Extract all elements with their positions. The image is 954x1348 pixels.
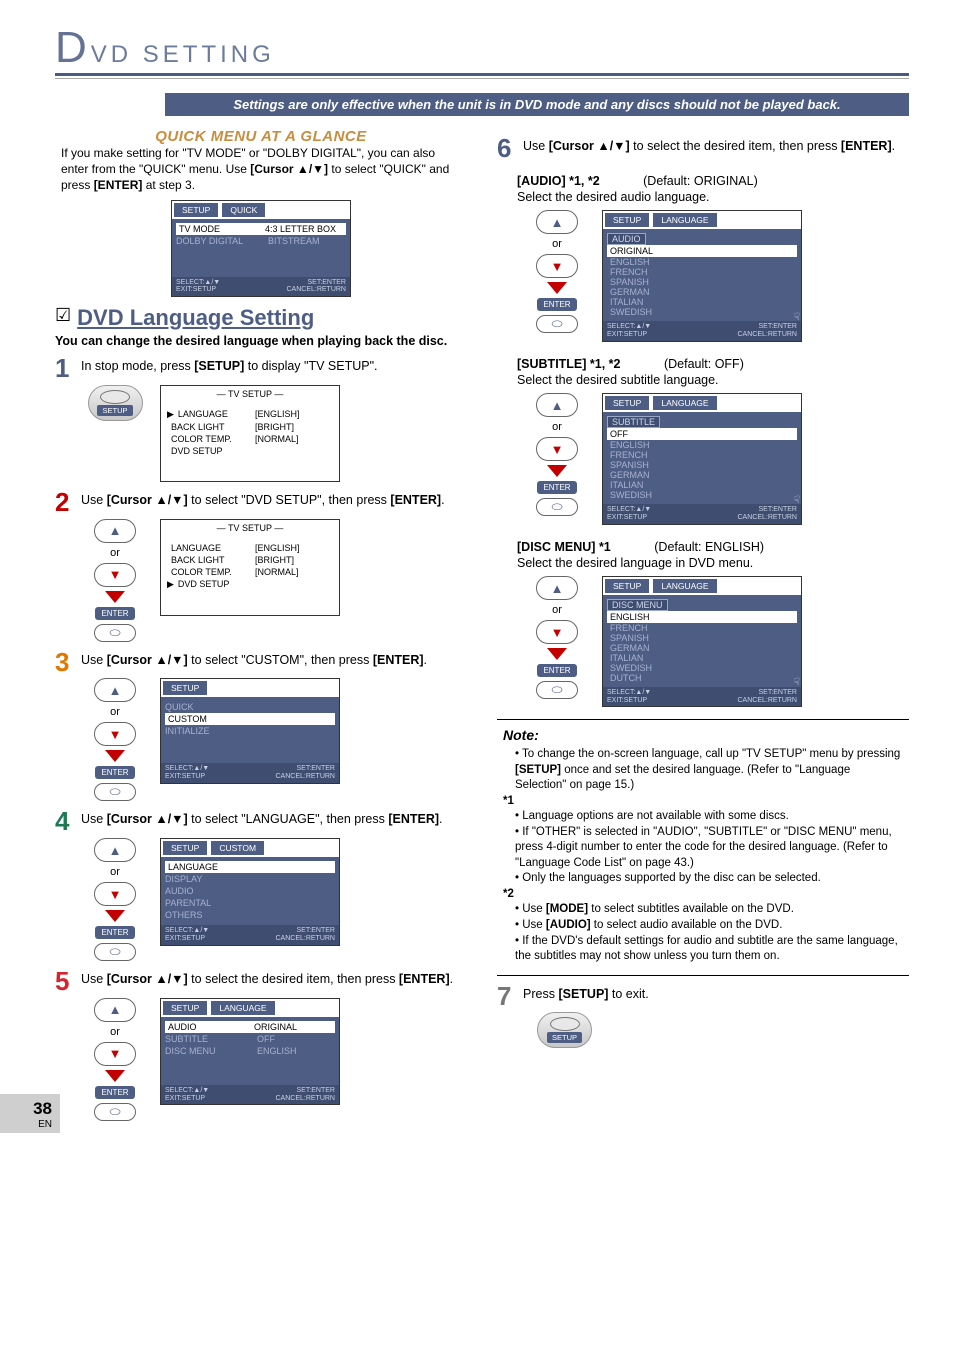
scroll-down-hand-icon: ☟	[794, 677, 800, 688]
cursor-up-icon: ▲	[536, 210, 578, 234]
subtitle-desc: Select the desired subtitle language.	[497, 373, 909, 387]
step-number: 2	[55, 492, 75, 513]
step-number: 7	[497, 986, 517, 1007]
header-rule	[55, 73, 909, 76]
enter-button-icon: ⬭	[94, 943, 136, 961]
footnote-2-label: *2	[503, 887, 903, 903]
step-number: 3	[55, 652, 75, 673]
enter-button-icon: ⬭	[536, 681, 578, 699]
glance-cursor: [Cursor ▲/▼]	[250, 162, 328, 176]
osd-tab-setup: SETUP	[174, 203, 218, 217]
cursor-down-icon: ▼	[94, 882, 136, 906]
cursor-down-icon: ▼	[94, 722, 136, 746]
osd-quick-menu: SETUP QUICK TV MODE4:3 LETTER BOX DOLBY …	[171, 200, 351, 297]
discmenu-default: (Default: ENGLISH)	[654, 540, 764, 554]
osd-tv-setup-2: — TV SETUP — LANGUAGE[ENGLISH] BACK LIGH…	[160, 519, 340, 616]
discmenu-label: [DISC MENU] *1	[517, 540, 611, 554]
checkbox-icon: ☑	[55, 305, 71, 327]
footnote-1-label: *1	[503, 794, 903, 810]
scroll-down-hand-icon: ☟	[794, 312, 800, 323]
osd-row-l: DOLBY DIGITAL	[176, 236, 268, 246]
enter-pill: ENTER	[95, 607, 134, 620]
or-label: or	[110, 547, 120, 559]
step-number: 1	[55, 358, 75, 379]
enter-button-icon: ⬭	[536, 315, 578, 333]
setup-remote-button: SETUP	[537, 1012, 592, 1048]
flow-arrow-icon	[547, 465, 567, 477]
flow-arrow-icon	[547, 648, 567, 660]
flow-arrow-icon	[105, 591, 125, 603]
flow-arrow-icon	[547, 282, 567, 294]
page-number: 38 EN	[0, 1094, 60, 1133]
cursor-up-icon: ▲	[94, 678, 136, 702]
cursor-control-stack: ▲ or ▼ ENTER ⬭	[527, 210, 587, 333]
page-header: D VD SETTING	[55, 30, 909, 69]
osd-subtitle-languages: SETUPLANGUAGE SUBTITLE OFF ENGLISH FRENC…	[602, 393, 802, 524]
cursor-up-icon: ▲	[94, 998, 136, 1022]
cursor-down-icon: ▼	[536, 437, 578, 461]
enter-button-icon: ⬭	[94, 1103, 136, 1121]
step-number: 4	[55, 811, 75, 832]
osd-setup-custom: SETUP QUICK CUSTOM INITIALIZE SELECT:▲/▼…	[160, 678, 340, 783]
note-box: Note: To change the on-screen language, …	[497, 719, 909, 975]
osd-row-l: TV MODE	[179, 224, 265, 234]
osd-tv-setup-1: — TV SETUP — ▶LANGUAGE[ENGLISH] BACK LIG…	[160, 385, 340, 482]
enter-button-icon: ⬭	[94, 783, 136, 801]
quick-menu-glance-title: QUICK MENU AT A GLANCE	[55, 128, 467, 145]
audio-default: (Default: ORIGINAL)	[643, 174, 758, 188]
cursor-control-stack: ▲ or ▼ ENTER ⬭	[527, 576, 587, 699]
step-number: 5	[55, 971, 75, 992]
section-subtitle: You can change the desired language when…	[55, 334, 467, 348]
cursor-up-icon: ▲	[536, 393, 578, 417]
flow-arrow-icon	[105, 1070, 125, 1082]
cursor-down-icon: ▼	[536, 254, 578, 278]
cursor-down-icon: ▼	[536, 620, 578, 644]
note-title: Note:	[503, 726, 903, 745]
step-number: 6	[497, 138, 517, 159]
flow-arrow-icon	[105, 750, 125, 762]
cursor-up-icon: ▲	[94, 519, 136, 543]
subtitle-default: (Default: OFF)	[664, 357, 744, 371]
subtitle-label: [SUBTITLE] *1, *2	[517, 357, 621, 371]
mode-warning-banner: Settings are only effective when the uni…	[165, 93, 909, 116]
enter-button-icon: ⬭	[94, 624, 136, 642]
cursor-down-icon: ▼	[94, 563, 136, 587]
cursor-control-stack: ▲ or ▼ ENTER ⬭	[527, 393, 587, 516]
header-subrule	[55, 78, 909, 79]
step1-text: In stop mode, press	[81, 359, 194, 373]
quick-menu-glance-text: If you make setting for "TV MODE" or "DO…	[55, 145, 467, 200]
scroll-down-hand-icon: ☟	[794, 495, 800, 506]
setup-remote-button: SETUP	[88, 385, 143, 421]
osd-tab-quick: QUICK	[222, 203, 265, 217]
cursor-control-stack: ▲ or ▼ ENTER ⬭	[85, 519, 145, 642]
cursor-control-stack: ▲ or ▼ ENTER ⬭	[85, 998, 145, 1121]
cursor-control-stack: ▲ or ▼ ENTER ⬭	[85, 838, 145, 961]
cursor-down-icon: ▼	[94, 1042, 136, 1066]
audio-desc: Select the desired audio language.	[497, 190, 909, 204]
cursor-up-icon: ▲	[94, 838, 136, 862]
cursor-up-icon: ▲	[536, 576, 578, 600]
osd-discmenu-languages: SETUPLANGUAGE DISC MENU ENGLISH FRENCH S…	[602, 576, 802, 707]
section-title: DVD Language Setting	[77, 305, 314, 331]
enter-button-icon: ⬭	[536, 498, 578, 516]
discmenu-desc: Select the desired language in DVD menu.	[497, 556, 909, 570]
cursor-control-stack: ▲ or ▼ ENTER ⬭	[85, 678, 145, 801]
osd-row-r: 4:3 LETTER BOX	[265, 224, 343, 234]
osd-audio-languages: SETUPLANGUAGE AUDIO ORIGINAL ENGLISH FRE…	[602, 210, 802, 341]
osd-custom-language: SETUPCUSTOM LANGUAGE DISPLAY AUDIO PAREN…	[160, 838, 340, 945]
glance-enter: [ENTER]	[94, 178, 143, 192]
audio-label: [AUDIO] *1, *2	[517, 174, 600, 188]
osd-language-values: SETUPLANGUAGE AUDIOORIGINAL SUBTITLEOFF …	[160, 998, 340, 1105]
header-title: VD SETTING	[91, 41, 275, 69]
header-drop-cap: D	[55, 30, 91, 65]
osd-row-r: BITSTREAM	[268, 236, 346, 246]
glance-text-c: at step 3.	[146, 178, 195, 192]
flow-arrow-icon	[105, 910, 125, 922]
